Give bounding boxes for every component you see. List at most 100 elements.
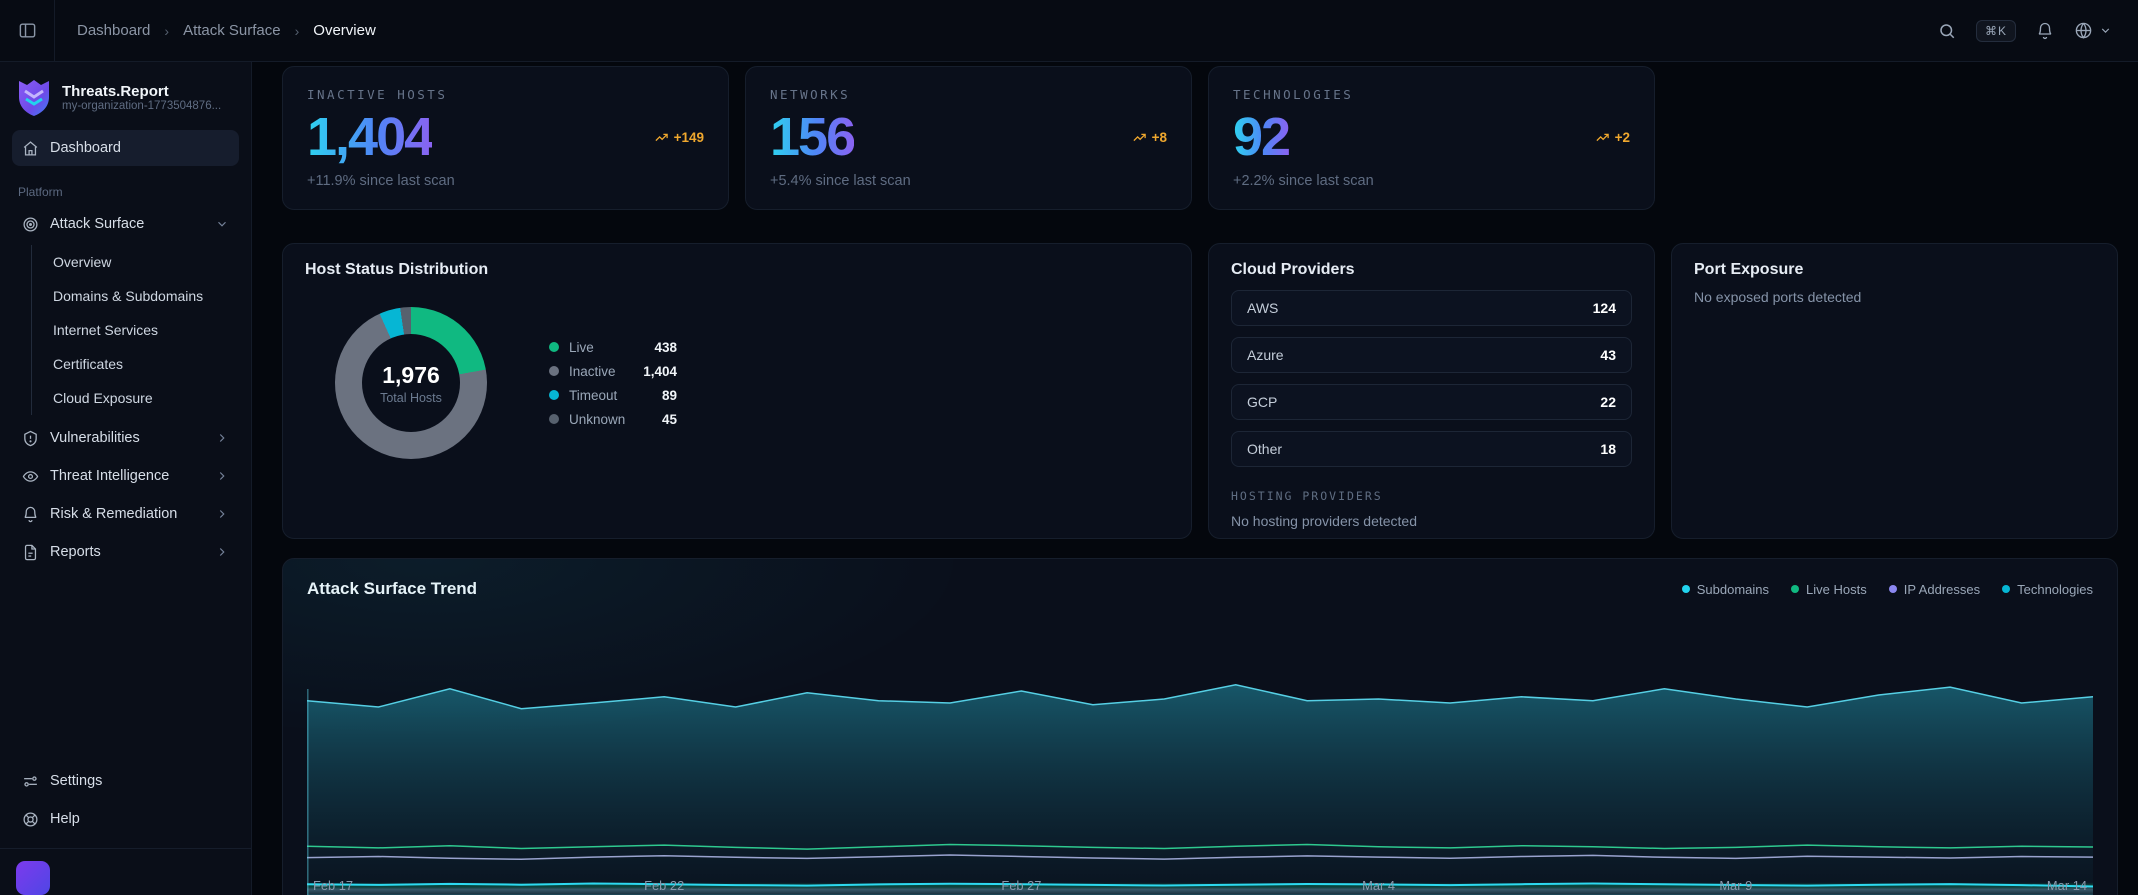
chevron-right-icon [215, 507, 229, 521]
sidebar: Threats.Report my-organization-177350487… [0, 62, 252, 895]
legend-label: Unknown [569, 411, 626, 427]
sidebar-item-attack-surface[interactable]: Attack Surface [12, 206, 239, 242]
legend-dot [549, 390, 559, 400]
breadcrumb-attack-surface[interactable]: Attack Surface [183, 22, 281, 39]
legend-dot [2002, 585, 2011, 593]
app-name: Threats.Report [62, 82, 169, 100]
provider-name: AWS [1247, 300, 1279, 316]
sidebar-item-label: Help [50, 811, 80, 827]
trend-area-chart: Feb 17 Feb 22 Feb 27 Mar 4 Mar 9 Mar 14 [307, 629, 2093, 895]
legend-row-inactive: Inactive 1,404 [549, 364, 677, 379]
x-tick: Mar 4 [1362, 878, 1395, 893]
legend-row-live: Live 438 [549, 340, 677, 355]
legend-label: IP Addresses [1903, 581, 1981, 597]
sidebar-item-threat-intelligence[interactable]: Threat Intelligence [12, 458, 239, 494]
sidebar-item-dashboard[interactable]: Dashboard [12, 130, 239, 166]
chevron-right-icon [215, 431, 229, 445]
panel-left-icon [19, 23, 35, 38]
sidebar-item-reports[interactable]: Reports [12, 534, 239, 570]
trend-row: Attack Surface Trend Subdomains Live Hos… [282, 539, 2118, 895]
empty-grid-cell [1671, 66, 2118, 210]
port-exposure-card: Port Exposure No exposed ports detected [1671, 243, 2118, 539]
life-buoy-icon [22, 811, 39, 828]
sidebar-item-cloud-exposure[interactable]: Cloud Exposure [32, 381, 251, 415]
host-status-legend: Live 438 Inactive 1,404 Timeout 89 Unkno… [549, 340, 677, 427]
stat-card-networks: NETWORKS 156 +8 +5.4% since last scan [745, 66, 1192, 210]
legend-dot [549, 342, 559, 352]
main-content: INACTIVE HOSTS 1,404 +149 +11.9% since l… [252, 62, 2138, 895]
stat-trend-badge: +8 [1132, 130, 1167, 145]
breadcrumb-overview: Overview [313, 22, 376, 39]
sidebar-section-platform: Platform [18, 185, 63, 199]
trend-legend: Subdomains Live Hosts IP Addresses Techn… [1681, 581, 2093, 597]
breadcrumb: Dashboard › Attack Surface › Overview [77, 22, 376, 39]
org-switcher[interactable]: Threats.Report my-organization-177350487… [0, 62, 251, 129]
search-shortcut-badge[interactable]: ⌘K [1975, 19, 2016, 42]
stat-value: 156 [770, 107, 856, 167]
stat-trend-badge: +149 [654, 130, 704, 145]
sidebar-item-help[interactable]: Help [12, 801, 239, 837]
eye-icon [22, 468, 39, 485]
top-bar: Dashboard › Attack Surface › Overview ⌘K [0, 0, 2138, 62]
stat-trend-value: +149 [673, 129, 704, 145]
legend-dot [549, 366, 559, 376]
sidebar-item-label: Vulnerabilities [50, 430, 140, 446]
x-tick: Mar 14 [2047, 878, 2087, 893]
sidebar-item-certificates[interactable]: Certificates [32, 347, 251, 381]
donut-total: 1,976 [382, 361, 440, 388]
trend-legend-subdomains: Subdomains [1681, 581, 1770, 597]
trend-legend-technologies: Technologies [2002, 582, 2093, 597]
host-status-card: Host Status Distribution 1,976 Total Hos… [282, 243, 1192, 539]
hosting-providers-empty: No hosting providers detected [1231, 513, 1417, 529]
stats-row: INACTIVE HOSTS 1,404 +149 +11.9% since l… [282, 66, 2118, 210]
app-logo [19, 80, 49, 116]
stat-trend-value: +2 [1614, 129, 1630, 145]
legend-label: Technologies [2017, 581, 2093, 597]
legend-row-unknown: Unknown 45 [549, 412, 677, 427]
sidebar-toggle-button[interactable] [0, 0, 55, 61]
legend-label: Inactive [569, 363, 616, 379]
legend-dot [549, 414, 559, 424]
provider-value: 124 [1592, 300, 1616, 316]
user-avatar[interactable] [16, 861, 50, 895]
x-tick: Mar 9 [1719, 878, 1752, 893]
trending-up-icon [655, 133, 668, 141]
trend-legend-live-hosts: Live Hosts [1791, 582, 1867, 597]
sidebar-item-overview[interactable]: Overview [32, 245, 251, 279]
x-tick: Feb 27 [1001, 878, 1041, 893]
provider-row-aws: AWS 124 [1231, 290, 1632, 326]
port-exposure-empty: No exposed ports detected [1694, 289, 1862, 305]
app-root: Dashboard › Attack Surface › Overview ⌘K [0, 0, 2138, 895]
org-name: my-organization-1773504876... [62, 99, 222, 112]
provider-value: 18 [1600, 441, 1616, 457]
provider-row-other: Other 18 [1231, 431, 1632, 467]
legend-label: Live [569, 339, 594, 355]
stat-card-technologies: TECHNOLOGIES 92 +2 +2.2% since last scan [1208, 66, 1655, 210]
attack-surface-trend-card: Attack Surface Trend Subdomains Live Hos… [282, 558, 2118, 895]
bell-icon[interactable] [2036, 22, 2054, 40]
trending-up-icon [1133, 133, 1146, 141]
card-title: Cloud Providers [1231, 261, 1355, 278]
provider-value: 43 [1600, 347, 1616, 363]
file-text-icon [22, 544, 39, 561]
sidebar-item-domains-subdomains[interactable]: Domains & Subdomains [32, 279, 251, 313]
breadcrumb-dashboard[interactable]: Dashboard [77, 22, 150, 39]
sidebar-divider [0, 848, 251, 849]
sidebar-item-label: Risk & Remediation [50, 506, 178, 522]
sidebar-item-settings[interactable]: Settings [12, 763, 239, 799]
legend-dot [1791, 585, 1800, 593]
legend-dot [1888, 585, 1897, 593]
search-icon[interactable] [1938, 22, 1956, 40]
sidebar-item-risk-remediation[interactable]: Risk & Remediation [12, 496, 239, 532]
stat-card-inactive-hosts: INACTIVE HOSTS 1,404 +149 +11.9% since l… [282, 66, 729, 210]
home-icon [22, 140, 39, 157]
legend-label: Subdomains [1696, 581, 1770, 597]
sidebar-item-vulnerabilities[interactable]: Vulnerabilities [12, 420, 239, 456]
legend-label: Timeout [569, 387, 618, 403]
language-menu[interactable] [2074, 21, 2112, 40]
x-tick: Feb 22 [644, 878, 684, 893]
sidebar-item-internet-services[interactable]: Internet Services [32, 313, 251, 347]
donut-total-label: Total Hosts [380, 390, 442, 405]
stat-trend-value: +8 [1151, 129, 1167, 145]
card-title: Host Status Distribution [305, 261, 489, 278]
